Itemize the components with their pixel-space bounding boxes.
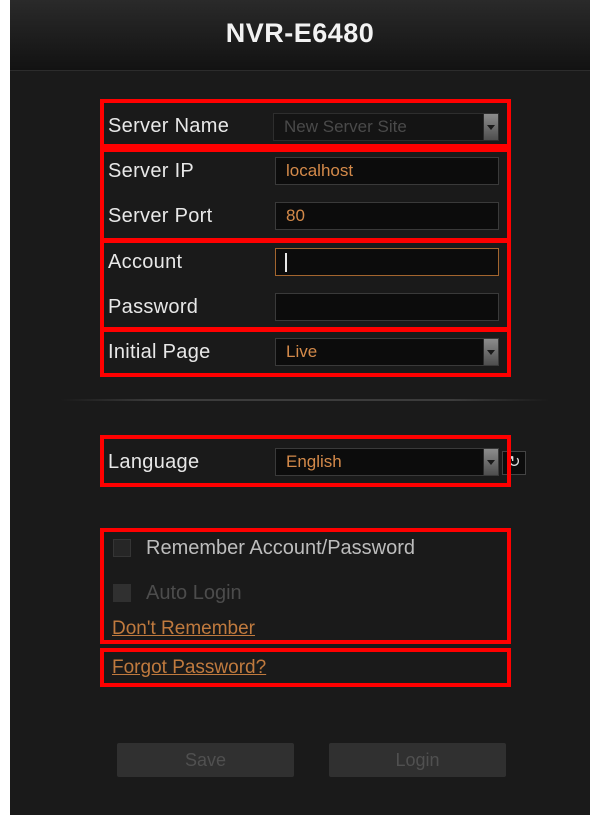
account-label: Account (108, 251, 183, 273)
language-value: English (286, 452, 342, 471)
server-port-label: Server Port (108, 205, 213, 227)
remember-checkbox[interactable] (113, 539, 131, 557)
save-button[interactable]: Save (117, 743, 294, 777)
server-port-input[interactable]: 80 (275, 202, 499, 230)
account-input[interactable] (275, 248, 499, 276)
text-cursor (285, 253, 287, 272)
server-ip-label: Server IP (108, 160, 195, 182)
remember-label: Remember Account/Password (146, 537, 416, 559)
login-button[interactable]: Login (329, 743, 506, 777)
chevron-down-icon[interactable] (483, 339, 498, 365)
chevron-down-icon[interactable] (483, 449, 498, 475)
language-select[interactable]: English (275, 448, 499, 476)
auto-login-checkbox[interactable] (113, 584, 131, 602)
initial-page-select[interactable]: Live (275, 338, 499, 366)
section-divider (60, 399, 550, 401)
chevron-down-icon[interactable] (483, 114, 498, 140)
password-input[interactable] (275, 293, 499, 321)
server-name-label: Server Name (108, 115, 230, 137)
initial-page-label: Initial Page (108, 341, 211, 363)
server-name-select[interactable]: New Server Site (273, 113, 499, 141)
language-label: Language (108, 451, 200, 473)
auto-login-label: Auto Login (146, 582, 242, 604)
initial-page-value: Live (286, 342, 318, 361)
server-name-value: New Server Site (284, 117, 407, 136)
forgot-password-link[interactable]: Forgot Password? (112, 657, 266, 679)
header-bar: NVR-E6480 (10, 0, 590, 71)
app-title: NVR-E6480 (225, 18, 375, 48)
refresh-icon[interactable]: ↻ (502, 451, 526, 475)
password-label: Password (108, 296, 199, 318)
dont-remember-link[interactable]: Don't Remember (112, 618, 255, 640)
server-ip-input[interactable]: localhost (275, 157, 499, 185)
